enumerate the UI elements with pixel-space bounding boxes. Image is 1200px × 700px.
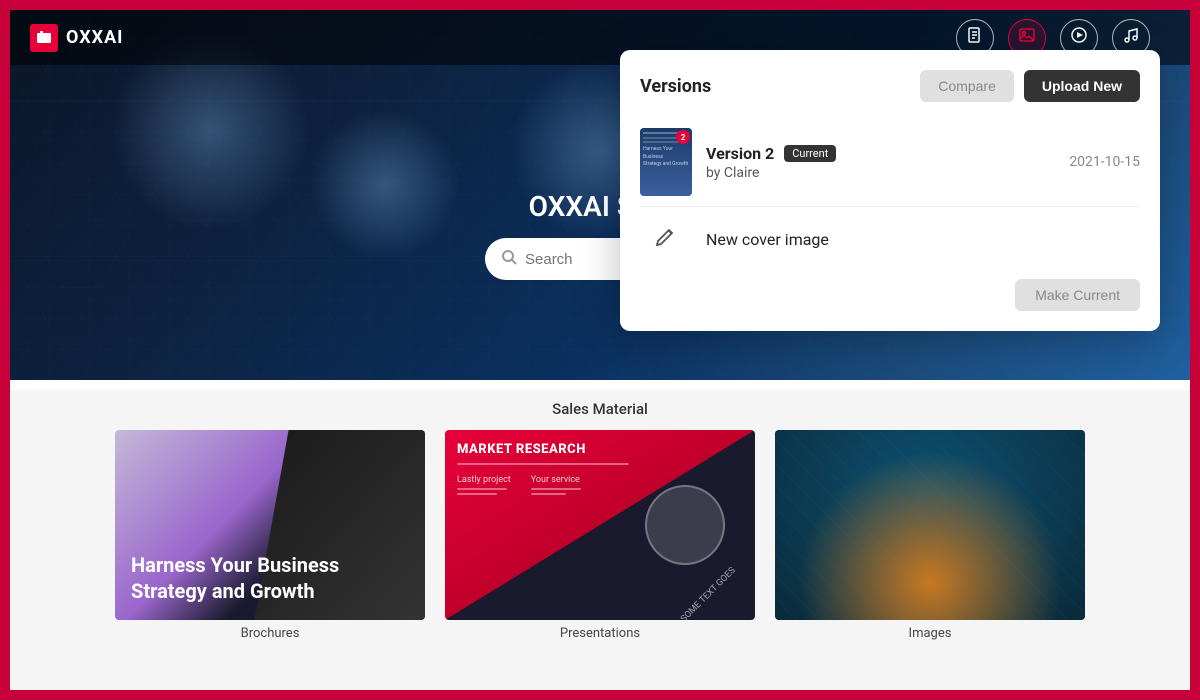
make-current-button[interactable]: Make Current (1015, 279, 1140, 311)
sales-section-title: Sales Material (40, 400, 1160, 418)
outer-frame: OXXAI (0, 0, 1200, 700)
pres-diagonal-text: SOME TEXT GOES (679, 566, 738, 620)
pres-sub2: Your service (531, 475, 581, 485)
image-nav-icon (1018, 26, 1036, 49)
pencil-icon (655, 225, 677, 253)
pres-line-1 (457, 463, 629, 465)
logo-box (30, 24, 58, 52)
brand-name: OXXAI (66, 27, 123, 48)
versions-title: Versions (640, 76, 711, 97)
cards-row: Harness Your Business Strategy and Growt… (40, 430, 1160, 641)
brochures-card-item[interactable]: Harness Your Business Strategy and Growt… (115, 430, 425, 641)
pres-sub-line-4 (531, 493, 566, 495)
versions-actions: Compare Upload New (920, 70, 1140, 102)
pres-sub-line-3 (531, 488, 581, 490)
compare-button[interactable]: Compare (920, 70, 1014, 102)
images-bg (775, 430, 1085, 620)
logo-icon (35, 29, 53, 47)
cover-row: New cover image (640, 207, 1140, 271)
pres-title-label: MARKET RESEARCH (457, 442, 743, 457)
version-date: 2021-10-15 (1069, 154, 1140, 170)
versions-header: Versions Compare Upload New (640, 70, 1140, 102)
logo-area: OXXAI (30, 24, 123, 52)
presentations-thumbnail: MARKET RESEARCH Lastly project Your serv… (445, 430, 755, 620)
version-thumb-badge: 2 (676, 130, 690, 144)
images-card-item[interactable]: Images (775, 430, 1085, 641)
pres-sub-line-2 (457, 493, 497, 495)
presentation-bg: MARKET RESEARCH Lastly project Your serv… (445, 430, 755, 620)
images-thumbnail (775, 430, 1085, 620)
brochure-bg: Harness Your Business Strategy and Growt… (115, 430, 425, 620)
main-container: OXXAI (10, 10, 1190, 690)
make-current-container: Make Current (640, 279, 1140, 311)
search-icon (501, 249, 517, 269)
brochures-thumbnail: Harness Your Business Strategy and Growt… (115, 430, 425, 620)
pres-circle (645, 485, 725, 565)
version-info: Version 2 Current by Claire (706, 144, 1055, 181)
brochure-text: Harness Your Business Strategy and Growt… (131, 552, 409, 604)
pres-sub1: Lastly project (457, 475, 511, 485)
presentations-card-item[interactable]: MARKET RESEARCH Lastly project Your serv… (445, 430, 755, 641)
music-nav-icon (1122, 26, 1140, 49)
pres-sub-line-1 (457, 488, 507, 490)
brochures-label: Brochures (241, 626, 300, 641)
pres-sub-left: Lastly project (457, 475, 511, 498)
versions-panel: Versions Compare Upload New Harness Your… (620, 50, 1160, 331)
version-current-badge: Current (784, 145, 836, 162)
images-label: Images (909, 626, 952, 641)
cover-icon-area (640, 219, 692, 259)
presentations-label: Presentations (560, 626, 640, 641)
version-by: by Claire (706, 165, 1055, 181)
version-row: Harness Your BusinessStrategy and Growth… (640, 118, 1140, 207)
pres-sub-right: Your service (531, 475, 581, 498)
version-thumbnail: Harness Your BusinessStrategy and Growth… (640, 128, 692, 196)
document-nav-icon (966, 26, 984, 49)
arch-pattern (775, 430, 1085, 620)
version-name-row: Version 2 Current (706, 144, 1055, 163)
play-nav-icon (1070, 26, 1088, 49)
version-name: Version 2 (706, 144, 774, 163)
cover-text: New cover image (706, 230, 829, 249)
upload-new-button[interactable]: Upload New (1024, 70, 1140, 102)
sales-section: Sales Material Harness Your Business Str… (10, 390, 1190, 690)
